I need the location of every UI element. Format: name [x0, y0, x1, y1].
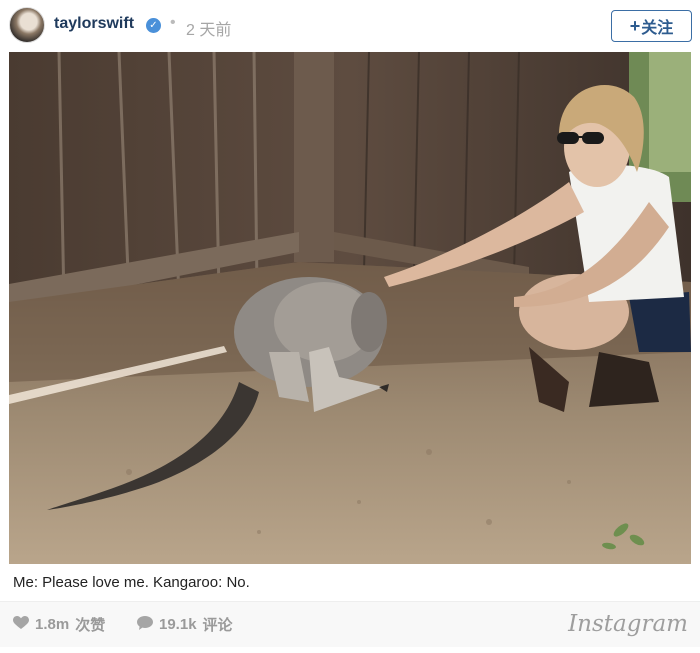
plus-icon: +	[629, 15, 641, 36]
post-header: taylorswift ✓ • 2 天前 + 关注	[0, 0, 700, 52]
username-link[interactable]: taylorswift	[54, 15, 134, 33]
comments-count: 19.1k	[159, 616, 197, 633]
comments-label: 评论	[202, 617, 233, 634]
comments-stat[interactable]: 19.1k 评论	[137, 614, 233, 635]
separator-dot: •	[170, 14, 176, 31]
instagram-logo: Instagram	[568, 611, 688, 637]
post-caption: Me: Please love me. Kangaroo: No.	[13, 574, 250, 591]
likes-stat[interactable]: 1.8m 次赞	[13, 614, 105, 635]
speech-bubble-icon	[137, 615, 153, 634]
post-photo[interactable]	[9, 52, 691, 564]
post-time: 2 天前	[186, 22, 232, 39]
follow-label: 关注	[641, 20, 674, 37]
post-footer: 1.8m 次赞 19.1k 评论 Instagram	[0, 601, 700, 647]
instagram-post-card: taylorswift ✓ • 2 天前 + 关注 Me: Please lov…	[0, 0, 700, 653]
verified-check-icon: ✓	[146, 18, 161, 33]
likes-label: 次赞	[75, 617, 106, 634]
heart-icon	[13, 615, 29, 634]
follow-button[interactable]: + 关注	[611, 10, 692, 42]
avatar[interactable]	[9, 7, 45, 43]
likes-count: 1.8m	[35, 616, 70, 633]
